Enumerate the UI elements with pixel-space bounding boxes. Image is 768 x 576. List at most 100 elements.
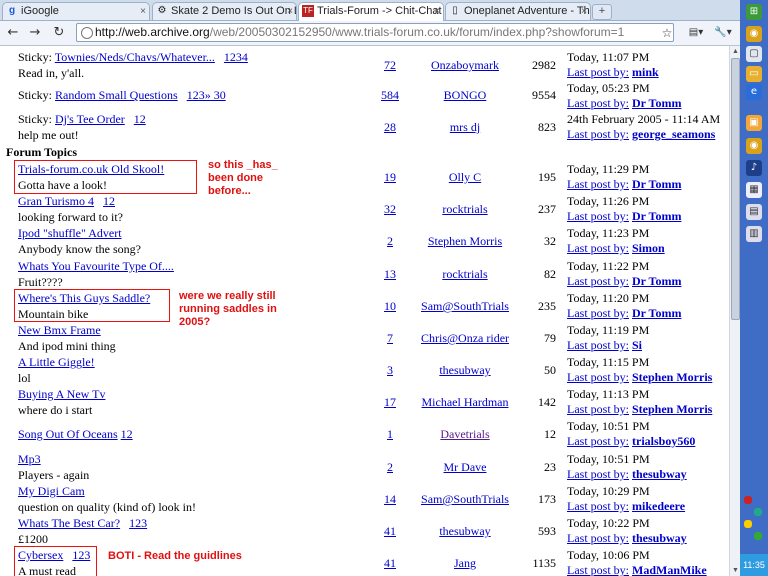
topic-link[interactable]: Dj's Tee Order bbox=[55, 112, 125, 126]
tools-menu-button[interactable]: 🔧▾ bbox=[710, 24, 736, 42]
window-icon[interactable]: ▢ bbox=[746, 46, 762, 62]
topic-author[interactable]: Sam@SouthTrials bbox=[410, 299, 520, 314]
tray-icon[interactable] bbox=[744, 496, 752, 504]
topic-author[interactable]: Michael Hardman bbox=[410, 395, 520, 410]
tray-icon[interactable] bbox=[754, 532, 762, 540]
new-tab-button[interactable]: + bbox=[592, 4, 612, 20]
last-post-link[interactable]: Last post by: bbox=[567, 274, 629, 288]
topic-author[interactable]: Mr Dave bbox=[410, 460, 520, 475]
last-poster[interactable]: Dr Tomm bbox=[632, 96, 681, 110]
replies-count[interactable]: 17 bbox=[370, 395, 410, 410]
folder-icon[interactable]: ▭ bbox=[746, 66, 762, 82]
last-post-link[interactable]: Last post by: bbox=[567, 434, 629, 448]
tray-icon[interactable] bbox=[744, 520, 752, 528]
replies-count[interactable]: 3 bbox=[370, 363, 410, 378]
last-poster[interactable]: Stephen Morris bbox=[632, 402, 712, 416]
replies-count[interactable]: 2 bbox=[370, 460, 410, 475]
window-task-icon[interactable]: ▤ bbox=[746, 204, 762, 220]
page-links[interactable]: 12 bbox=[103, 194, 115, 208]
last-poster[interactable]: trialsboy560 bbox=[632, 434, 695, 448]
page-menu-button[interactable]: ▤▾ bbox=[684, 24, 708, 42]
topic-author[interactable]: thesubway bbox=[410, 524, 520, 539]
topic-author[interactable]: thesubway bbox=[410, 363, 520, 378]
last-post-link[interactable]: Last post by: bbox=[567, 370, 629, 384]
last-post-link[interactable]: Last post by: bbox=[567, 241, 629, 255]
topic-author[interactable]: Chris@Onza rider bbox=[410, 331, 520, 346]
topic-link[interactable]: A Little Giggle! bbox=[18, 355, 95, 369]
tab-oneplanet[interactable]: ▯ Oneplanet Adventure - Th... × bbox=[445, 2, 591, 20]
last-post-link[interactable]: Last post by: bbox=[567, 306, 629, 320]
chrome-icon[interactable]: ◉ bbox=[746, 26, 762, 42]
last-post-link[interactable]: Last post by: bbox=[567, 499, 629, 513]
replies-count[interactable]: 2 bbox=[370, 234, 410, 249]
topic-link[interactable]: Song Out Of Oceans bbox=[18, 427, 118, 441]
topic-author[interactable]: Davetrials bbox=[410, 427, 520, 442]
last-poster[interactable]: george_seamons bbox=[632, 127, 715, 141]
topic-link[interactable]: Buying A New Tv bbox=[18, 387, 105, 401]
close-icon[interactable]: × bbox=[287, 3, 293, 20]
topic-author[interactable]: Olly C bbox=[410, 170, 520, 185]
address-bar[interactable]: http://web.archive.org/web/2005030215295… bbox=[76, 23, 674, 42]
last-poster[interactable]: thesubway bbox=[632, 531, 687, 545]
scroll-thumb[interactable] bbox=[731, 58, 740, 320]
topic-link[interactable]: Random Small Questions bbox=[55, 88, 178, 102]
forward-button[interactable]: → bbox=[26, 24, 44, 42]
topic-link[interactable]: New Bmx Frame bbox=[18, 323, 101, 337]
close-icon[interactable]: × bbox=[434, 3, 440, 20]
last-post-link[interactable]: Last post by: bbox=[567, 127, 629, 141]
last-post-link[interactable]: Last post by: bbox=[567, 338, 629, 352]
topic-author[interactable]: mrs dj bbox=[410, 120, 520, 135]
last-poster[interactable]: mink bbox=[632, 65, 659, 79]
last-poster[interactable]: Dr Tomm bbox=[632, 177, 681, 191]
tray-icon[interactable] bbox=[754, 508, 762, 516]
page-links[interactable]: 12 bbox=[134, 112, 146, 126]
topic-author[interactable]: BONGO bbox=[410, 88, 520, 103]
last-poster[interactable]: Dr Tomm bbox=[632, 209, 681, 223]
replies-count[interactable]: 41 bbox=[370, 524, 410, 539]
last-poster[interactable]: Dr Tomm bbox=[632, 274, 681, 288]
topic-link[interactable]: Mp3 bbox=[18, 452, 41, 466]
topic-link[interactable]: Townies/Neds/Chavs/Whatever... bbox=[55, 50, 215, 64]
replies-count[interactable]: 13 bbox=[370, 267, 410, 282]
topic-author[interactable]: Stephen Morris bbox=[410, 234, 520, 249]
last-post-link[interactable]: Last post by: bbox=[567, 563, 629, 576]
close-icon[interactable]: × bbox=[140, 3, 146, 20]
tab-skate[interactable]: ⚙ Skate 2 Demo Is Out On Li... × bbox=[152, 2, 297, 20]
replies-count[interactable]: 584 bbox=[370, 88, 410, 103]
replies-count[interactable]: 41 bbox=[370, 556, 410, 571]
topic-link[interactable]: Whats The Best Car? bbox=[18, 516, 120, 530]
replies-count[interactable]: 10 bbox=[370, 299, 410, 314]
tab-igoogle[interactable]: g iGoogle × bbox=[2, 2, 150, 20]
tab-trials-forum[interactable]: TF Trials-Forum -> Chit-Chat × bbox=[298, 2, 444, 21]
last-post-link[interactable]: Last post by: bbox=[567, 209, 629, 223]
topic-author[interactable]: rocktrials bbox=[410, 267, 520, 282]
last-poster[interactable]: Stephen Morris bbox=[632, 370, 712, 384]
explorer-task-icon[interactable]: ▦ bbox=[746, 182, 762, 198]
replies-count[interactable]: 32 bbox=[370, 202, 410, 217]
last-post-link[interactable]: Last post by: bbox=[567, 531, 629, 545]
page-links[interactable]: 123 bbox=[129, 516, 147, 530]
topic-author[interactable]: rocktrials bbox=[410, 202, 520, 217]
replies-count[interactable]: 14 bbox=[370, 492, 410, 507]
last-post-link[interactable]: Last post by: bbox=[567, 467, 629, 481]
last-poster[interactable]: MadManMike bbox=[632, 563, 707, 576]
start-icon[interactable]: ⊞ bbox=[746, 4, 762, 20]
reload-button[interactable]: ↻ bbox=[50, 24, 68, 42]
last-post-link[interactable]: Last post by: bbox=[567, 96, 629, 110]
close-icon[interactable]: × bbox=[581, 3, 587, 20]
last-post-link[interactable]: Last post by: bbox=[567, 65, 629, 79]
last-poster[interactable]: Dr Tomm bbox=[632, 306, 681, 320]
app-task-icon[interactable]: ♪ bbox=[746, 160, 762, 176]
taskbar-window-icon[interactable]: ▣ bbox=[746, 115, 762, 131]
last-poster[interactable]: mikedeere bbox=[632, 499, 685, 513]
replies-count[interactable]: 19 bbox=[370, 170, 410, 185]
topic-author[interactable]: Onzaboymark bbox=[410, 58, 520, 73]
topic-author[interactable]: Jang bbox=[410, 556, 520, 571]
topic-link[interactable]: My Digi Cam bbox=[18, 484, 85, 498]
page-links[interactable]: 12 bbox=[121, 427, 133, 441]
replies-count[interactable]: 28 bbox=[370, 120, 410, 135]
last-poster[interactable]: thesubway bbox=[632, 467, 687, 481]
ie-icon[interactable]: e bbox=[746, 84, 762, 100]
replies-count[interactable]: 1 bbox=[370, 427, 410, 442]
topic-link[interactable]: Gran Turismo 4 bbox=[18, 194, 94, 208]
